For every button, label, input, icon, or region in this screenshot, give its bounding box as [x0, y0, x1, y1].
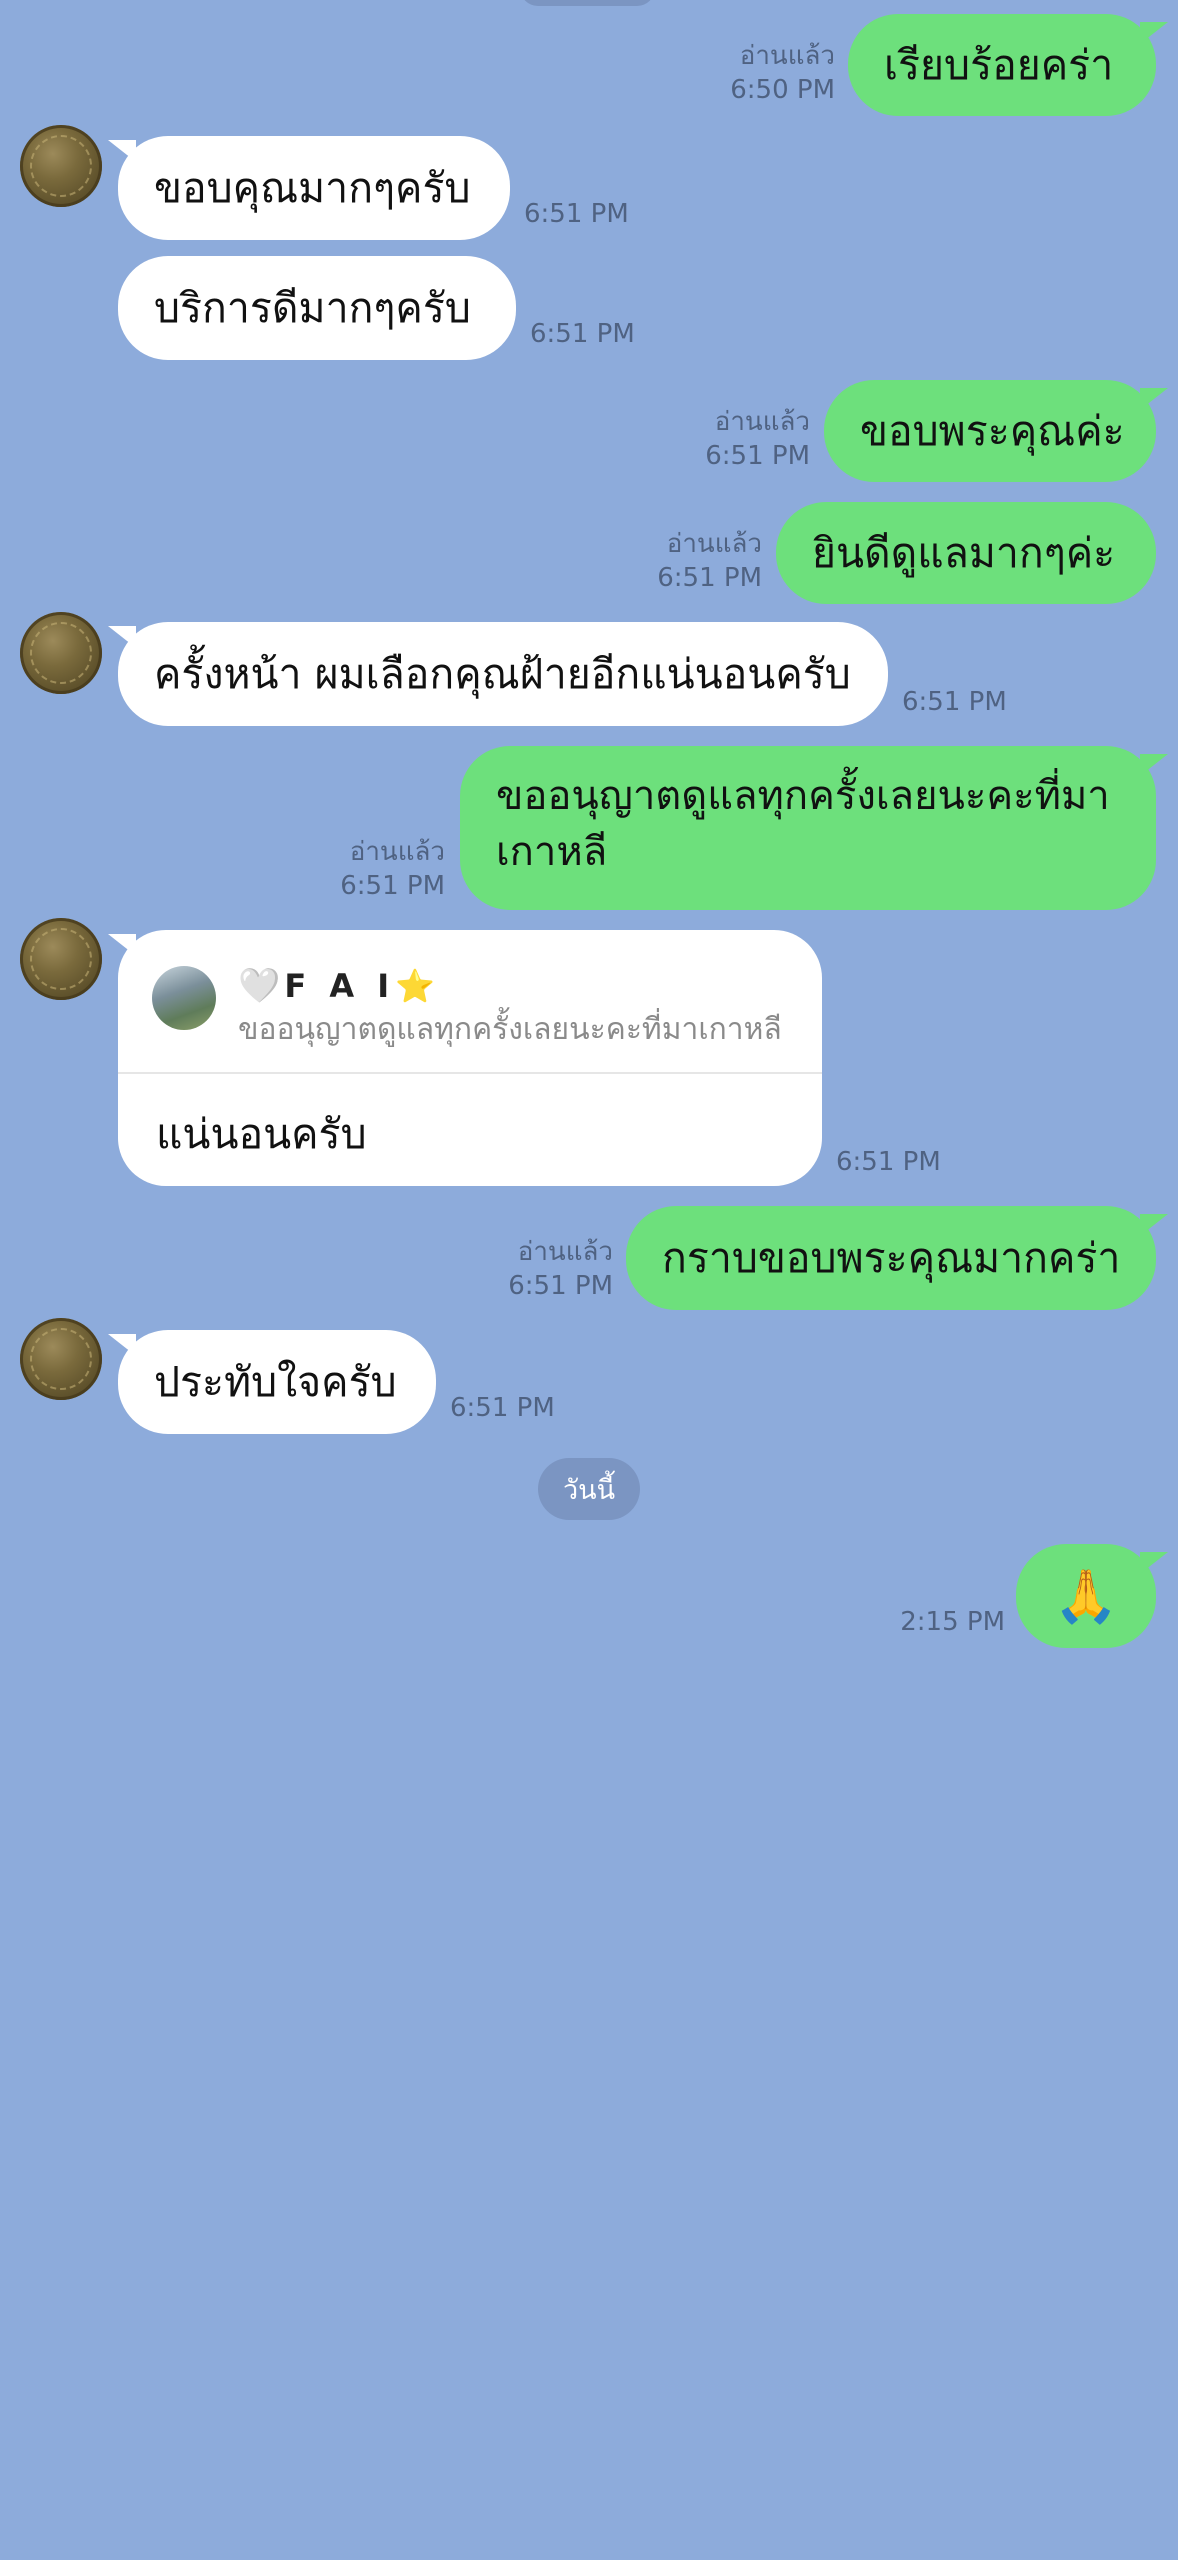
reply-sender-thumbnail	[152, 966, 216, 1030]
contact-avatar[interactable]	[20, 1318, 102, 1400]
read-status: อ่านแล้ว	[517, 1237, 613, 1267]
message-time: 6:51 PM	[657, 563, 762, 593]
message-time: 2:15 PM	[900, 1607, 1005, 1637]
bubble-tail	[1140, 22, 1168, 44]
outgoing-message[interactable]: กราบขอบพระคุณมากคร่า	[626, 1206, 1156, 1310]
incoming-message[interactable]: บริการดีมากๆครับ	[118, 256, 516, 360]
outgoing-message[interactable]: 🙏	[1016, 1544, 1156, 1648]
message-time: 6:51 PM	[836, 1147, 941, 1177]
bubble-tail	[1140, 388, 1168, 410]
star-icon: ⭐	[395, 967, 435, 1005]
contact-avatar[interactable]	[20, 125, 102, 207]
read-status: อ่านแล้ว	[714, 407, 810, 437]
bubble-tail	[1140, 754, 1168, 776]
read-status: อ่านแล้ว	[349, 837, 445, 867]
reply-divider	[118, 1072, 822, 1074]
date-separator: วันนี้	[538, 1458, 640, 1520]
outgoing-message[interactable]: เรียบร้อยคร่า	[848, 14, 1156, 116]
read-status: อ่านแล้ว	[666, 529, 762, 559]
message-time: 6:51 PM	[340, 871, 445, 901]
contact-avatar[interactable]	[20, 612, 102, 694]
message-time: 6:51 PM	[902, 687, 1007, 717]
read-status: อ่านแล้ว	[739, 41, 835, 71]
outgoing-message[interactable]: ขอบพระคุณค่ะ	[824, 380, 1156, 482]
outgoing-message[interactable]: ขออนุญาตดูแลทุกครั้งเลยนะคะที่มาเกาหลี	[460, 746, 1156, 910]
message-time: 6:51 PM	[450, 1393, 555, 1423]
incoming-message[interactable]: ครั้งหน้า ผมเลือกคุณฝ้ายอีกแน่นอนครับ	[118, 622, 888, 726]
bubble-tail	[1140, 1214, 1168, 1236]
reply-quoted-text: ขออนุญาตดูแลทุกครั้งเลยนะคะที่มาเกาหลี	[238, 1012, 782, 1047]
message-time: 6:51 PM	[524, 199, 629, 229]
reply-sender-name: 🤍 F A I ⭐	[238, 964, 435, 1008]
reply-sender-name-text: F A I	[284, 967, 396, 1005]
reply-message-card[interactable]: 🤍 F A I ⭐ ขออนุญาตดูแลทุกครั้งเลยนะคะที่…	[118, 930, 822, 1186]
contact-avatar[interactable]	[20, 918, 102, 1000]
white-heart-icon: 🤍	[238, 966, 281, 1006]
incoming-message[interactable]: ประทับใจครับ	[118, 1330, 436, 1434]
bubble-tail	[1140, 1552, 1168, 1574]
message-time: 6:50 PM	[730, 75, 835, 105]
top-date-pill-partial	[520, 0, 655, 6]
incoming-message[interactable]: ขอบคุณมากๆครับ	[118, 136, 510, 240]
outgoing-message[interactable]: ยินดีดูแลมากๆค่ะ	[776, 502, 1156, 604]
reply-message-text: แน่นอนครับ	[156, 1110, 367, 1158]
message-time: 6:51 PM	[530, 319, 635, 349]
message-time: 6:51 PM	[508, 1271, 613, 1301]
message-time: 6:51 PM	[705, 441, 810, 471]
